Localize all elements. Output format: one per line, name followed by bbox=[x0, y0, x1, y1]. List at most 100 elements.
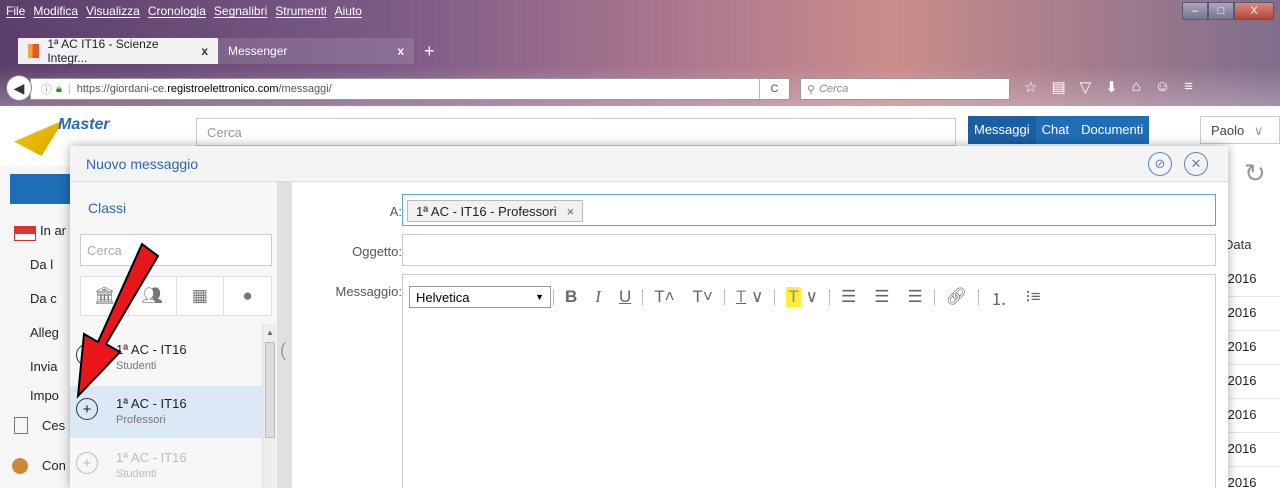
reading-list-icon[interactable]: ▤ bbox=[1051, 78, 1065, 96]
arrow-left-icon: ◀ bbox=[13, 79, 25, 96]
font-select[interactable]: Helvetica ▼ bbox=[409, 286, 551, 308]
menu-visualizza[interactable]: Visualizza bbox=[86, 4, 140, 22]
user-menu[interactable]: Paolo ∨ bbox=[1200, 116, 1280, 144]
new-tab-button[interactable]: + bbox=[414, 38, 445, 64]
url-domain: registroelettronico.com bbox=[167, 83, 279, 95]
text-color-icon[interactable]: T ∨ bbox=[727, 287, 773, 307]
menu-file[interactable]: File bbox=[6, 4, 25, 22]
resize-handle-icon[interactable]: ( bbox=[280, 340, 286, 361]
list-header-data[interactable]: Data bbox=[1224, 237, 1251, 252]
list-item-date[interactable]: /2016 bbox=[1224, 441, 1280, 467]
bold-icon[interactable]: B bbox=[556, 287, 586, 307]
close-modal-icon[interactable]: ✕ bbox=[1184, 152, 1208, 176]
sidebar-item-da-c[interactable]: Da c bbox=[30, 291, 57, 306]
menu-strumenti[interactable]: Strumenti bbox=[275, 4, 326, 22]
recipient-picker-title: Classi bbox=[88, 200, 127, 216]
url-bar[interactable]: ⓘ 🔒︎ | https://giordani-ce. registroelett… bbox=[30, 78, 790, 100]
person-icon[interactable]: ● bbox=[224, 277, 271, 315]
list-item[interactable]: + 1ª AC - IT16 Professori bbox=[70, 386, 262, 438]
sidebar-item-da-l[interactable]: Da l bbox=[30, 257, 53, 272]
hamburger-menu-icon[interactable]: ≡ bbox=[1184, 78, 1193, 96]
close-tab-icon[interactable]: x bbox=[201, 44, 208, 58]
class-search-input[interactable]: Cerca bbox=[80, 234, 272, 266]
sidebar-item-allegati[interactable]: Alleg bbox=[30, 325, 59, 340]
font-select-value: Helvetica bbox=[416, 289, 470, 305]
subscript-icon[interactable]: T˅ bbox=[684, 287, 722, 307]
app-search-input[interactable]: Cerca bbox=[196, 118, 956, 146]
link-icon[interactable]: 🔗︎ bbox=[937, 287, 977, 307]
recipient-chip[interactable]: 1ª AC - IT16 - Professori × bbox=[407, 200, 584, 222]
list-item[interactable]: + 1ª AC - IT16 Studenti bbox=[70, 440, 262, 488]
italic-icon[interactable]: I bbox=[586, 287, 610, 307]
to-field[interactable]: 1ª AC - IT16 - Professori × bbox=[402, 194, 1216, 226]
tab-title: 1ª AC IT16 - Scienze Integr... bbox=[47, 37, 159, 65]
sidebar-item-cestino[interactable]: Ces bbox=[42, 418, 65, 433]
compose-button[interactable] bbox=[10, 174, 70, 204]
numbered-list-icon[interactable]: ⒈ bbox=[981, 285, 1016, 310]
sidebar-item-contatti[interactable]: Con bbox=[42, 458, 66, 473]
menu-aiuto[interactable]: Aiuto bbox=[335, 4, 362, 22]
reload-icon[interactable]: C bbox=[759, 79, 789, 99]
sidebar-item-inbox[interactable]: In ar bbox=[40, 223, 66, 238]
add-icon[interactable]: + bbox=[76, 452, 98, 474]
bookmark-star-icon[interactable]: ☆ bbox=[1024, 78, 1037, 96]
refresh-icon[interactable]: ↻ bbox=[1244, 158, 1266, 189]
close-window-button[interactable]: X bbox=[1234, 2, 1274, 20]
home-icon[interactable]: ⌂ bbox=[1132, 78, 1141, 96]
scrollbar-thumb[interactable] bbox=[265, 342, 275, 438]
list-item[interactable]: + 1ª AC - IT16 Studenti bbox=[70, 332, 262, 384]
menu-segnalibri[interactable]: Segnalibri bbox=[214, 4, 267, 22]
remove-recipient-icon[interactable]: × bbox=[567, 204, 575, 219]
list-item-title: 1ª AC - IT16 bbox=[116, 342, 187, 357]
minimize-modal-icon[interactable]: ⊘ bbox=[1148, 152, 1172, 176]
favicon-icon bbox=[28, 44, 40, 58]
list-item-date[interactable]: /2016 bbox=[1224, 271, 1280, 297]
pane-resizer[interactable]: ( bbox=[278, 182, 292, 488]
menu-cronologia[interactable]: Cronologia bbox=[148, 4, 206, 22]
bullet-list-icon[interactable]: ⁝≡ bbox=[1016, 287, 1049, 307]
add-icon[interactable]: + bbox=[76, 344, 98, 366]
tab-messenger[interactable]: Messenger x bbox=[218, 38, 414, 64]
smiley-icon[interactable]: ☺ bbox=[1155, 78, 1170, 96]
browser-search-input[interactable]: ⚲ Cerca bbox=[800, 78, 1010, 100]
close-tab-icon[interactable]: x bbox=[397, 44, 404, 58]
list-scrollbar[interactable]: ▲ bbox=[262, 324, 276, 488]
download-icon[interactable]: ⬇ bbox=[1105, 78, 1118, 96]
list-item-date[interactable]: /2016 bbox=[1224, 407, 1280, 433]
maximize-button[interactable]: □ bbox=[1208, 2, 1234, 20]
add-icon[interactable]: + bbox=[76, 398, 98, 420]
info-icon[interactable]: ⓘ bbox=[41, 81, 52, 97]
nav-messaggi[interactable]: Messaggi bbox=[968, 116, 1036, 144]
sidebar-item-impostazioni[interactable]: Impo bbox=[30, 388, 59, 403]
list-item-date[interactable]: /2016 bbox=[1224, 339, 1280, 365]
align-left-icon[interactable]: ☰ bbox=[832, 287, 865, 307]
toolbar-separator bbox=[978, 289, 980, 305]
lock-icon[interactable]: 🔒︎ bbox=[56, 83, 62, 96]
align-center-icon[interactable]: ☰ bbox=[865, 287, 898, 307]
message-editor[interactable]: Helvetica ▼ B I U T˄ T˅ T ∨ T ∨ ☰ ☰ ☰ 🔗︎ bbox=[402, 274, 1216, 488]
list-item-date[interactable]: /2016 bbox=[1224, 305, 1280, 331]
underline-icon[interactable]: U bbox=[610, 287, 640, 307]
nav-documenti[interactable]: Documenti bbox=[1075, 116, 1149, 144]
menu-modifica[interactable]: Modifica bbox=[33, 4, 78, 22]
back-button[interactable]: ◀ bbox=[6, 75, 32, 101]
toolbar-separator bbox=[723, 289, 725, 305]
nav-chat[interactable]: Chat bbox=[1036, 116, 1075, 144]
highlight-color-icon[interactable]: T ∨ bbox=[777, 287, 827, 307]
tab-title: Messenger bbox=[228, 44, 288, 58]
teacher-board-icon[interactable]: ▦ bbox=[177, 277, 225, 315]
contacts-icon bbox=[12, 458, 28, 474]
sidebar-item-inviati[interactable]: Invia bbox=[30, 359, 57, 374]
group-icon[interactable]: 👥︎ bbox=[129, 277, 177, 315]
subject-field[interactable] bbox=[402, 234, 1216, 266]
pocket-icon[interactable]: ▽ bbox=[1080, 78, 1092, 96]
minimize-button[interactable]: – bbox=[1182, 2, 1208, 20]
superscript-icon[interactable]: T˄ bbox=[645, 287, 683, 307]
list-item-date[interactable]: /2016 bbox=[1224, 475, 1280, 488]
recipient-filter: 🏛︎ 👥︎ ▦ ● bbox=[80, 276, 272, 316]
align-right-icon[interactable]: ☰ bbox=[898, 287, 931, 307]
tab-scienze[interactable]: 1ª AC IT16 - Scienze Integr... x bbox=[18, 37, 218, 65]
school-icon[interactable]: 🏛︎ bbox=[81, 277, 129, 315]
scroll-up-icon[interactable]: ▲ bbox=[266, 328, 274, 337]
list-item-date[interactable]: /2016 bbox=[1224, 373, 1280, 399]
